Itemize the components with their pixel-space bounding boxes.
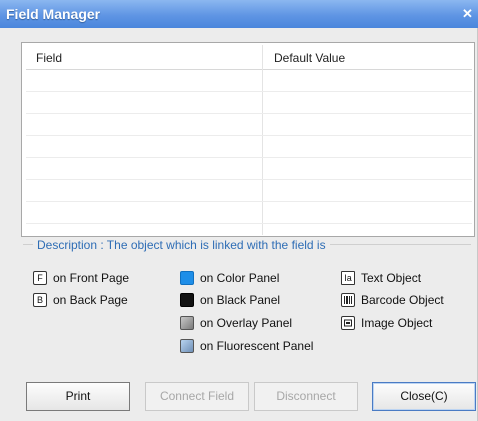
- description-group: Description : The object which is linked…: [23, 238, 471, 365]
- front-page-icon: F: [33, 271, 47, 285]
- close-button[interactable]: Close(C): [372, 382, 476, 411]
- column-divider: [262, 45, 263, 235]
- close-icon[interactable]: ✕: [462, 5, 478, 23]
- barcode-object-icon: [341, 293, 355, 307]
- back-page-icon: B: [33, 293, 47, 307]
- table-row: [26, 223, 472, 224]
- disconnect-button[interactable]: Disconnect: [254, 382, 358, 411]
- column-header-field[interactable]: Field: [36, 47, 62, 69]
- table-row: [26, 91, 472, 92]
- text-object-icon: Ia: [341, 271, 355, 285]
- list-header: Field Default Value: [26, 47, 472, 70]
- column-header-default-value[interactable]: Default Value: [274, 47, 345, 69]
- overlay-panel-icon: [180, 316, 194, 330]
- legend-label: on Color Panel: [200, 271, 280, 285]
- legend-label: on Fluorescent Panel: [200, 339, 314, 353]
- image-object-icon: [341, 316, 355, 330]
- table-row: [26, 179, 472, 180]
- table-row: [26, 135, 472, 136]
- table-row: [26, 157, 472, 158]
- legend-label: on Overlay Panel: [200, 316, 293, 330]
- field-list[interactable]: Field Default Value: [21, 42, 475, 237]
- field-manager-window: Field Manager ✕ Field Default Value Desc…: [0, 0, 478, 421]
- color-panel-icon: [180, 271, 194, 285]
- legend-label: on Black Panel: [200, 293, 281, 307]
- fluorescent-panel-icon: [180, 339, 194, 353]
- table-row: [26, 201, 472, 202]
- legend-label: on Front Page: [53, 271, 130, 285]
- table-row: [26, 113, 472, 114]
- title-bar: Field Manager ✕: [0, 0, 478, 28]
- legend-label: Barcode Object: [361, 293, 444, 307]
- legend-label: Text Object: [361, 271, 422, 285]
- window-title: Field Manager: [6, 6, 101, 22]
- black-panel-icon: [180, 293, 194, 307]
- description-title: Description : The object which is linked…: [33, 238, 330, 252]
- connect-field-button[interactable]: Connect Field: [145, 382, 249, 411]
- legend-label: on Back Page: [53, 293, 128, 307]
- legend-label: Image Object: [361, 316, 433, 330]
- print-button[interactable]: Print: [26, 382, 130, 411]
